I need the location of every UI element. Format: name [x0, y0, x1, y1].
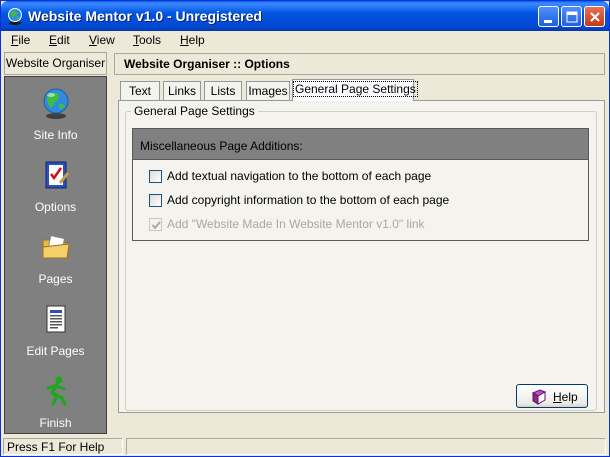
document-icon	[46, 305, 66, 333]
globe-icon	[8, 8, 22, 25]
tab-text[interactable]: Text	[120, 81, 160, 100]
checkbox-label: Add copyright information to the bottom …	[167, 193, 450, 207]
misc-additions-box: Miscellaneous Page Additions: Add textua…	[132, 128, 589, 241]
status-pane-secondary	[126, 438, 606, 455]
sidebar-item-label: Site Info	[33, 128, 78, 142]
page-title: Website Organiser :: Options	[114, 53, 605, 75]
minimize-icon	[544, 20, 552, 23]
maximize-button[interactable]	[561, 6, 582, 27]
sidebar-item-label: Edit Pages	[26, 344, 85, 358]
menu-file[interactable]: File	[10, 33, 31, 47]
sidebar-item-pages[interactable]: Pages	[5, 223, 106, 295]
app-window: Website Mentor v1.0 - Unregistered File …	[0, 0, 610, 457]
menu-view[interactable]: View	[88, 33, 116, 47]
runner-icon	[46, 376, 67, 406]
menu-edit[interactable]: Edit	[48, 33, 71, 47]
status-bar: Press F1 For Help	[1, 437, 609, 456]
status-text: Press F1 For Help	[3, 438, 123, 455]
tab-general-page-settings[interactable]: General Page Settings	[292, 79, 418, 101]
checkbox[interactable]	[149, 194, 162, 207]
sidebar-item-label: Pages	[38, 272, 73, 286]
help-button-label: Help	[553, 390, 578, 404]
sidebar-item-site-info[interactable]: Site Info	[5, 79, 106, 151]
checkbox	[149, 218, 162, 231]
sidebar-item-label: Options	[34, 200, 77, 214]
maximize-icon	[566, 11, 578, 23]
tab-lists[interactable]: Lists	[204, 81, 242, 100]
help-button[interactable]: Help	[516, 384, 588, 408]
window-title: Website Mentor v1.0 - Unregistered	[28, 8, 262, 24]
sidebar-item-options[interactable]: Options	[5, 151, 106, 223]
group-title: General Page Settings	[131, 104, 258, 118]
checkmark-icon	[151, 221, 161, 230]
sidebar-item-edit-pages[interactable]: Edit Pages	[5, 295, 106, 367]
checkbox-label: Add textual navigation to the bottom of …	[167, 169, 432, 183]
close-icon	[590, 12, 600, 22]
tab-images[interactable]: Images	[246, 81, 290, 100]
menu-bar: File Edit View Tools Help	[1, 31, 609, 50]
menu-tools[interactable]: Tools	[132, 33, 162, 47]
checkbox[interactable]	[149, 170, 162, 183]
minimize-button[interactable]	[538, 6, 559, 27]
close-button[interactable]	[584, 6, 605, 27]
checklist-icon	[45, 161, 70, 189]
sidebar: Site Info Options Pages Edit Pages Finis…	[4, 76, 107, 434]
checkbox-label: Add "Website Made In Website Mentor v1.0…	[167, 217, 425, 231]
menu-help[interactable]: Help	[179, 33, 206, 47]
title-bar[interactable]: Website Mentor v1.0 - Unregistered	[1, 1, 609, 31]
sidebar-item-finish[interactable]: Finish	[5, 367, 106, 439]
tab-links[interactable]: Links	[163, 81, 201, 100]
sidebar-header: Website Organiser	[4, 52, 107, 75]
misc-header: Miscellaneous Page Additions:	[133, 129, 588, 160]
sidebar-item-label: Finish	[39, 416, 72, 430]
help-book-icon	[531, 389, 547, 405]
folder-icon	[42, 235, 70, 259]
globe-icon	[43, 88, 69, 119]
